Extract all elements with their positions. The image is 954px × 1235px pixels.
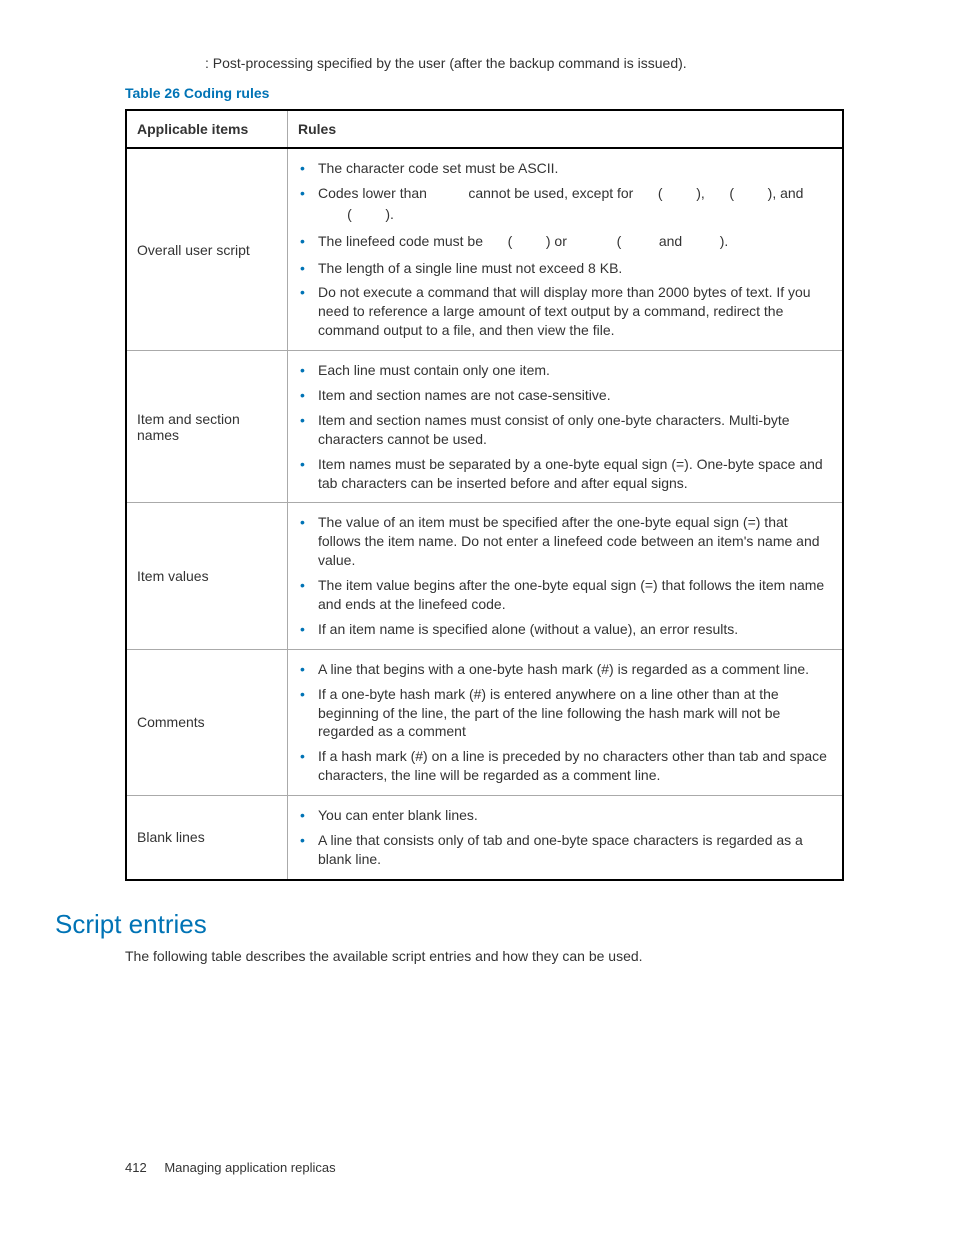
table-row-label: Item values	[126, 503, 288, 649]
bullet-item: Item names must be separated by a one-by…	[298, 455, 832, 493]
table-row-rules: You can enter blank lines. A line that co…	[288, 796, 844, 880]
bullet-item: Item and section names are not case-sens…	[298, 386, 832, 405]
table-row-rules: A line that begins with a one-byte hash …	[288, 649, 844, 795]
table-row-label: Blank lines	[126, 796, 288, 880]
table-row-rules: Each line must contain only one item. Ite…	[288, 351, 844, 503]
table-row-label: Overall user script	[126, 148, 288, 351]
bullet-item: If a one-byte hash mark (#) is entered a…	[298, 685, 832, 742]
coding-rules-table: Applicable items Rules Overall user scri…	[125, 109, 844, 881]
bullet-item: Do not execute a command that will displ…	[298, 283, 832, 340]
bullet-item: Item and section names must consist of o…	[298, 411, 832, 449]
intro-text: : Post-processing specified by the user …	[125, 55, 844, 71]
bullet-item: The character code set must be ASCII.	[298, 159, 832, 178]
page-footer: 412 Managing application replicas	[125, 1160, 336, 1175]
table-row-rules: The value of an item must be specified a…	[288, 503, 844, 649]
table-row-label: Item and section names	[126, 351, 288, 503]
page-number: 412	[125, 1160, 147, 1175]
section-heading-script-entries: Script entries	[55, 909, 844, 940]
bullet-item: The length of a single line must not exc…	[298, 259, 832, 278]
bullet-item: A line that begins with a one-byte hash …	[298, 660, 832, 679]
bullet-item: The value of an item must be specified a…	[298, 513, 832, 570]
page-container: : Post-processing specified by the user …	[0, 0, 954, 1235]
table-row: Comments A line that begins with a one-by…	[126, 649, 843, 795]
section-body: The following table describes the availa…	[125, 948, 844, 964]
table-header-rules: Rules	[288, 110, 844, 148]
table-row-label: Comments	[126, 649, 288, 795]
table-row-rules: The character code set must be ASCII. Cod…	[288, 148, 844, 351]
bullet-item: The item value begins after the one-byte…	[298, 576, 832, 614]
bullet-item: Codes lower than 0x20 cannot be used, ex…	[298, 184, 832, 226]
table-header-applicable: Applicable items	[126, 110, 288, 148]
bullet-item: You can enter blank lines.	[298, 806, 832, 825]
bullet-item: If an item name is specified alone (with…	[298, 620, 832, 639]
bullet-item: A line that consists only of tab and one…	[298, 831, 832, 869]
table-row: Overall user scriptThe character code se…	[126, 148, 843, 351]
bullet-item: If a hash mark (#) on a line is preceded…	[298, 747, 832, 785]
table-row: Item valuesThe value of an item must be …	[126, 503, 843, 649]
bullet-item: The linefeed code must be LF (0x0a) or C…	[298, 232, 832, 253]
bullet-item: Each line must contain only one item.	[298, 361, 832, 380]
table-row: Blank lines You can enter blank lines. A l…	[126, 796, 843, 880]
table-row: Item and section namesEach line must con…	[126, 351, 843, 503]
footer-title: Managing application replicas	[164, 1160, 335, 1175]
table-caption: Table 26 Coding rules	[125, 85, 844, 101]
